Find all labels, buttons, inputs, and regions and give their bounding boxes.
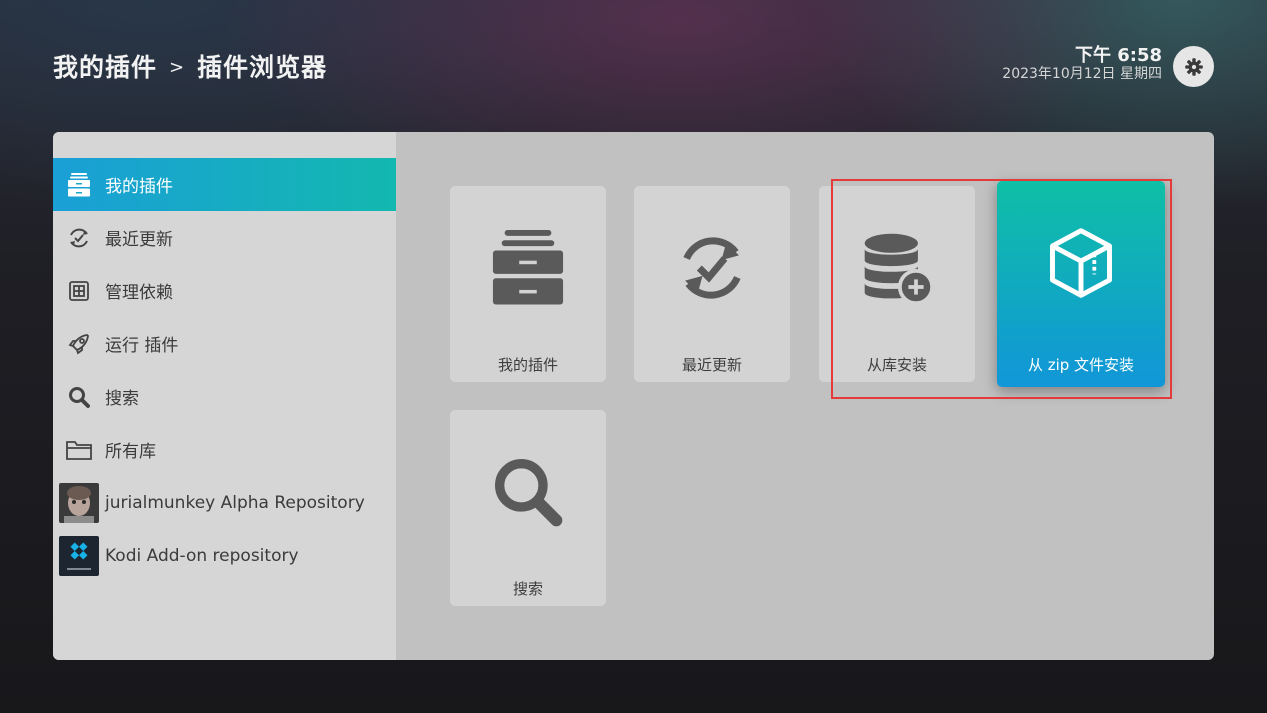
breadcrumb-root[interactable]: 我的插件: [53, 53, 157, 82]
sidebar-item-my-addons[interactable]: 我的插件: [53, 158, 396, 211]
rocket-icon: [53, 317, 105, 370]
time-label: 下午 6:58: [1074, 45, 1162, 66]
recent-update-icon: [53, 211, 105, 264]
breadcrumb-separator: >: [169, 57, 186, 78]
settings-button[interactable]: [1173, 46, 1214, 87]
sidebar-item-run-addon[interactable]: 运行 插件: [53, 317, 396, 370]
addon-box-icon: [450, 218, 606, 318]
sidebar-item-search[interactable]: 搜索: [53, 370, 396, 423]
addon-box-icon: [53, 158, 105, 211]
sidebar-item-jurialmunkey-repo[interactable]: jurialmunkey Alpha Repository: [53, 476, 396, 529]
sidebar-item-recent-updates[interactable]: 最近更新: [53, 211, 396, 264]
sidebar: 我的插件 最近更新 管理依赖 运行 插件 搜索 所有库 jurialmunkey…: [53, 132, 396, 660]
search-icon: [450, 442, 606, 542]
folder-icon: [53, 423, 105, 476]
tile-label: 我的插件: [497, 356, 558, 374]
gear-icon: [1184, 57, 1203, 76]
sidebar-item-label: 所有库: [105, 442, 156, 462]
sidebar-item-manage-dependencies[interactable]: 管理依赖: [53, 264, 396, 317]
date-label: 2023年10月12日 星期四: [1002, 66, 1162, 82]
sidebar-item-all-repositories[interactable]: 所有库: [53, 423, 396, 476]
breadcrumb: 我的插件 > 插件浏览器: [53, 48, 327, 84]
recent-update-icon: [634, 218, 790, 318]
sidebar-item-label: jurialmunkey Alpha Repository: [105, 492, 365, 513]
sidebar-item-label: 我的插件: [105, 177, 173, 197]
clock: 下午 6:58 2023年10月12日 星期四: [1002, 46, 1162, 83]
search-icon: [53, 370, 105, 423]
sidebar-item-label: 运行 插件: [105, 336, 179, 356]
repo-avatar: [59, 482, 99, 523]
breadcrumb-current: 插件浏览器: [197, 53, 328, 82]
highlight-annotation-box: [831, 179, 1172, 399]
sidebar-item-kodi-repo[interactable]: Kodi Add-on repository: [53, 529, 396, 582]
kodi-logo: [59, 535, 99, 576]
tile-recent-updates[interactable]: 最近更新: [634, 186, 790, 382]
dependency-icon: [53, 264, 105, 317]
sidebar-item-label: 搜索: [105, 389, 139, 409]
sidebar-item-label: Kodi Add-on repository: [105, 545, 299, 566]
tile-label: 搜索: [512, 580, 543, 598]
sidebar-item-label: 最近更新: [105, 230, 173, 250]
tile-my-addons[interactable]: 我的插件: [450, 186, 606, 382]
tile-label: 最近更新: [681, 356, 742, 374]
sidebar-item-label: 管理依赖: [105, 283, 173, 303]
tile-search[interactable]: 搜索: [450, 410, 606, 606]
